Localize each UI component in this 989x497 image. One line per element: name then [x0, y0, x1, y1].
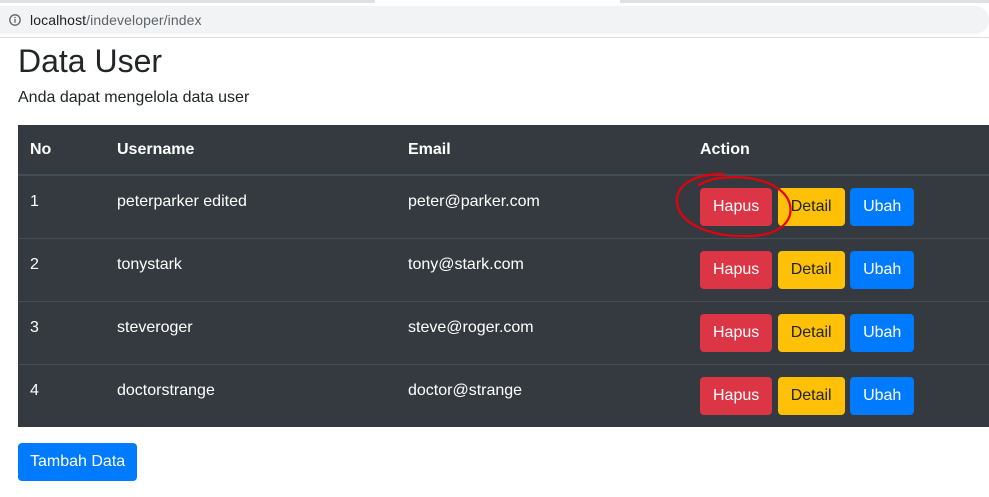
detail-button[interactable]: Detail: [777, 313, 845, 352]
cell-username: doctorstrange: [105, 363, 396, 427]
url-host: localhost: [30, 12, 87, 28]
user-table: No Username Email Action 1 peterparker e…: [18, 125, 989, 427]
add-data-button[interactable]: Tambah Data: [18, 443, 138, 481]
address-bar[interactable]: localhost/indeveloper/index: [0, 6, 989, 34]
cell-no: 3: [18, 300, 105, 364]
info-circle-icon[interactable]: [9, 14, 21, 26]
page-title: Data User: [18, 43, 163, 79]
delete-button[interactable]: Hapus: [700, 376, 773, 415]
cell-actions: Hapus Detail Ubah: [688, 237, 989, 301]
edit-button[interactable]: Ubah: [850, 376, 915, 415]
header-no: No: [18, 125, 105, 176]
cell-no: 1: [30, 193, 39, 210]
table-row: 1 peterparker edited peter@parker.com Ha…: [18, 175, 989, 238]
browser-toolbar: localhost/indeveloper/index: [0, 0, 989, 38]
edit-button[interactable]: Ubah: [850, 313, 915, 352]
cell-actions: Hapus Detail Ubah: [688, 175, 989, 238]
delete-button[interactable]: Hapus: [700, 313, 773, 352]
table-header-row: No Username Email Action: [18, 125, 989, 176]
cell-actions: Hapus Detail Ubah: [688, 300, 989, 364]
cell-no: 4: [18, 363, 105, 427]
browser-tab-edge: [620, 0, 989, 3]
cell-username: tonystark: [105, 237, 396, 301]
detail-button[interactable]: Detail: [777, 376, 845, 415]
cell-email: peter@parker.com: [408, 193, 540, 210]
url-path: /indeveloper/index: [86, 12, 202, 28]
delete-button[interactable]: Hapus: [700, 188, 773, 226]
delete-button[interactable]: Hapus: [700, 250, 773, 289]
page-subtitle: Anda dapat mengelola data user: [18, 89, 250, 106]
cell-email: steve@roger.com: [396, 300, 688, 364]
url-text[interactable]: localhost/indeveloper/index: [30, 12, 202, 28]
cell-username: peterparker edited: [117, 193, 247, 210]
edit-button[interactable]: Ubah: [850, 250, 915, 289]
cell-actions: Hapus Detail Ubah: [688, 363, 989, 427]
table-row: 3 steveroger steve@roger.com Hapus Detai…: [18, 300, 989, 364]
header-username: Username: [105, 125, 396, 176]
detail-button[interactable]: Detail: [777, 250, 845, 289]
table-row: 4 doctorstrange doctor@strange Hapus Det…: [18, 363, 989, 427]
cell-username: steveroger: [105, 300, 396, 364]
cell-email: doctor@strange: [396, 363, 688, 427]
detail-button[interactable]: Detail: [777, 188, 845, 226]
header-email: Email: [396, 125, 688, 176]
cell-email: tony@stark.com: [396, 237, 688, 301]
browser-tab-edge: [0, 0, 375, 3]
cell-no: 2: [18, 237, 105, 301]
edit-button[interactable]: Ubah: [850, 188, 915, 226]
header-action: Action: [688, 125, 989, 176]
table-row: 2 tonystark tony@stark.com Hapus Detail …: [18, 237, 989, 301]
